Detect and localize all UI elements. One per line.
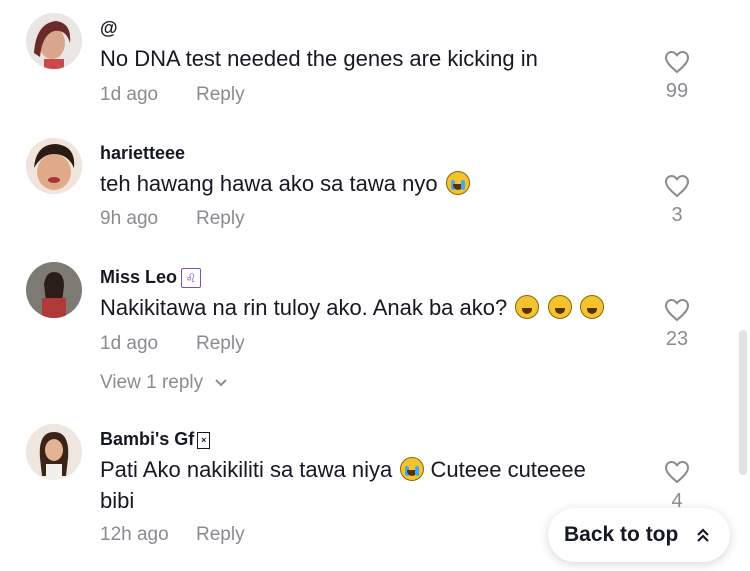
comment-text-body: Nakikitawa na rin tuloy ako. Anak ba ako… xyxy=(100,295,508,320)
username[interactable]: Bambi's Gf × xyxy=(100,429,211,450)
view-replies-button[interactable]: View 1 reply xyxy=(100,372,228,394)
comment-meta: 1d ago Reply xyxy=(100,84,245,106)
username[interactable]: @ xyxy=(100,18,118,39)
reply-button[interactable]: Reply xyxy=(196,524,245,546)
like-button[interactable]: 23 xyxy=(660,298,694,351)
timestamp: 1d ago xyxy=(100,84,159,105)
heart-outline-icon xyxy=(664,174,690,198)
username-text: Bambi's Gf xyxy=(100,429,195,449)
crying-emoji-icon xyxy=(400,457,425,481)
reply-button[interactable]: Reply xyxy=(196,333,245,355)
crying-emoji-icon xyxy=(445,171,470,195)
comment-meta: 12h ago Reply xyxy=(100,524,245,546)
like-button[interactable]: 99 xyxy=(660,50,694,103)
like-count: 3 xyxy=(671,204,683,226)
avatar[interactable] xyxy=(26,262,82,318)
comment-text-body: Pati Ako nakikiliti sa tawa niya xyxy=(100,457,393,482)
double-chevron-up-icon xyxy=(697,528,709,542)
comment-meta: 9h ago Reply xyxy=(100,208,245,230)
heart-outline-icon xyxy=(664,298,690,322)
reply-button[interactable]: Reply xyxy=(196,208,245,230)
back-to-top-label: Back to top xyxy=(564,523,679,546)
comment-meta: 1d ago Reply xyxy=(100,333,245,355)
comment-text: Pati Ako nakikiliti sa tawa niya Cuteee … xyxy=(100,454,620,516)
scrollbar-thumb[interactable] xyxy=(739,330,747,475)
username[interactable]: harietteee xyxy=(100,143,185,164)
timestamp: 9h ago xyxy=(100,208,159,229)
like-count: 23 xyxy=(665,328,689,350)
comment-text: teh hawang hawa ako sa tawa nyo xyxy=(100,168,620,199)
avatar[interactable] xyxy=(26,138,82,194)
unsupported-glyph-icon: × xyxy=(197,431,211,449)
laughing-emoji-icon xyxy=(579,295,604,319)
username-text: Miss Leo xyxy=(100,267,178,287)
view-replies-label: View 1 reply xyxy=(100,372,204,393)
reply-button[interactable]: Reply xyxy=(196,84,245,106)
back-to-top-button[interactable]: Back to top xyxy=(548,508,730,562)
leo-zodiac-icon: ♌ xyxy=(181,268,202,289)
comment-text: Nakikitawa na rin tuloy ako. Anak ba ako… xyxy=(100,292,620,323)
like-button[interactable]: 4 xyxy=(660,460,694,513)
rofl-emoji-icon xyxy=(515,295,540,319)
timestamp: 1d ago xyxy=(100,333,159,354)
like-count: 99 xyxy=(665,80,689,102)
grinning-sweat-emoji-icon xyxy=(547,295,572,319)
like-button[interactable]: 3 xyxy=(660,174,694,227)
timestamp: 12h ago xyxy=(100,524,169,545)
username[interactable]: Miss Leo ♌ xyxy=(100,267,202,289)
comment-text-body: teh hawang hawa ako sa tawa nyo xyxy=(100,171,438,196)
comment-text: No DNA test needed the genes are kicking… xyxy=(100,46,538,71)
heart-outline-icon xyxy=(664,460,690,484)
avatar[interactable] xyxy=(26,424,82,480)
chevron-down-icon xyxy=(215,379,228,387)
avatar[interactable] xyxy=(26,13,82,69)
heart-outline-icon xyxy=(664,50,690,74)
